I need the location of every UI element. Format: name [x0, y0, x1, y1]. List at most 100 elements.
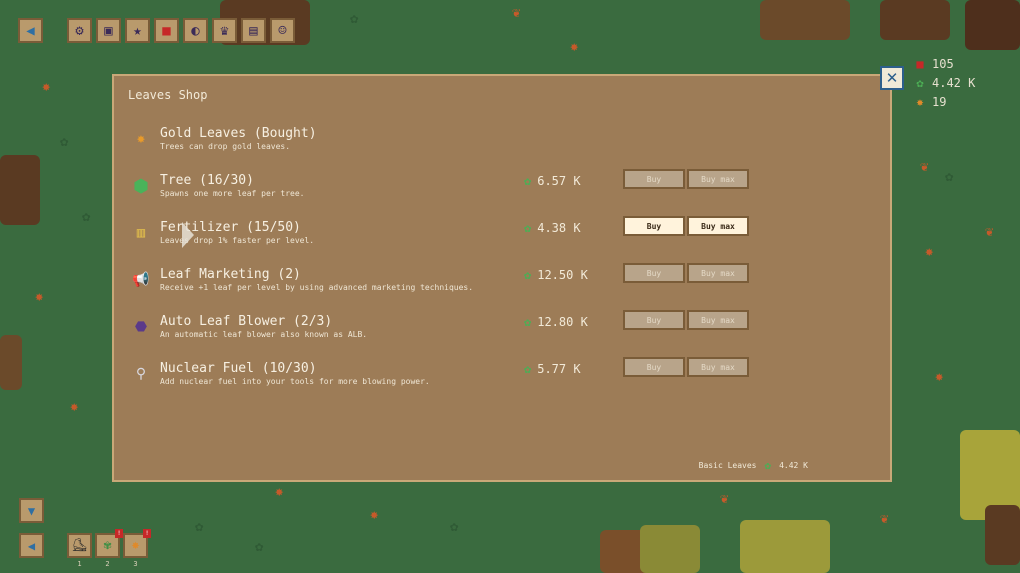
stat-gold-leaves-value: 19: [932, 94, 947, 109]
tree-icon: ⬢: [133, 175, 149, 197]
item-desc: Add nuclear fuel into your tools for mor…: [160, 377, 430, 386]
stat-gems: ■ 105: [914, 54, 975, 73]
item-cost: ✿ 12.80 K: [524, 315, 588, 329]
stat-leaves: ✿ 4.42 K: [914, 73, 975, 92]
shop-item-auto-leaf-blower: ⬣ Auto Leaf Blower (2/3) An automatic le…: [132, 310, 752, 354]
gold-leaf-icon: ✸: [916, 94, 924, 109]
hotbar-slot-2[interactable]: ✾ !: [95, 529, 123, 558]
shop-item-gold-leaves: ✸ Gold Leaves (Bought) Trees can drop go…: [132, 126, 752, 166]
leaf-blower-icon: ⬣: [134, 319, 148, 335]
item-cost-value: 4.38 K: [537, 221, 581, 235]
buy-button[interactable]: Buy: [623, 310, 685, 330]
tree-bush: [880, 0, 950, 40]
leaf-decoration: ❦: [720, 491, 729, 507]
leaf-icon: ✿: [524, 174, 532, 188]
top-toolbar: ◀ ⚙ ▣ ★ ■ ◐ ♛ ▤ ☺: [18, 18, 295, 43]
maple-leaf-icon: ✸: [131, 538, 140, 553]
item-desc: Spawns one more leaf per tree.: [160, 189, 305, 198]
close-button[interactable]: ✕: [880, 66, 904, 90]
leaf-decoration: ✸: [275, 484, 284, 500]
footer-value: 4.42 K: [779, 461, 808, 470]
buy-max-button[interactable]: Buy max: [687, 216, 749, 236]
item-name: Gold Leaves (Bought): [160, 126, 317, 141]
gem-icon: ■: [916, 56, 924, 71]
notification-badge: !: [143, 529, 151, 538]
leaf-decoration: ✿: [195, 519, 204, 535]
leaf-decoration: ✸: [70, 399, 79, 415]
leaf-decoration: ✿: [450, 519, 459, 535]
cannabis-leaf-icon: ✾: [103, 538, 112, 553]
book-icon[interactable]: ▤: [241, 18, 266, 43]
trophy-icon[interactable]: ♛: [212, 18, 237, 43]
leaf-icon: ✿: [524, 268, 532, 282]
shop-item-leaf-marketing: 📢 Leaf Marketing (2) Receive +1 leaf per…: [132, 263, 752, 307]
tree-bush: [640, 525, 700, 573]
leaf-decoration: ✸: [570, 39, 579, 55]
leaf-decoration: ✿: [255, 539, 264, 555]
buy-button[interactable]: Buy: [623, 357, 685, 377]
briefcase-icon[interactable]: ▣: [96, 18, 121, 43]
star-icon[interactable]: ★: [125, 18, 150, 43]
item-name: Nuclear Fuel (10/30): [160, 361, 317, 376]
gem-icon[interactable]: ■: [154, 18, 179, 43]
buy-button[interactable]: Buy: [623, 216, 685, 236]
leaves-shop-panel: Leaves Shop ✸ Gold Leaves (Bought) Trees…: [112, 74, 892, 482]
item-name: Auto Leaf Blower (2/3): [160, 314, 333, 329]
stat-gold-leaves: ✸ 19: [914, 92, 975, 111]
leaf-decoration: ✸: [370, 507, 379, 523]
boot-icon: ⛸: [71, 538, 88, 553]
person-icon[interactable]: ☺: [270, 18, 295, 43]
item-cost-value: 6.57 K: [537, 174, 581, 188]
tree-bush: [0, 155, 40, 225]
basic-leaves-footer: Basic Leaves ✿ 4.42 K: [699, 459, 808, 472]
footer-label: Basic Leaves: [698, 461, 757, 470]
shop-item-fertilizer: ▥ Fertilizer (15/50) Leaves drop 1% fast…: [132, 216, 752, 260]
fertilizer-bag-icon: ▥: [136, 225, 146, 241]
buy-max-button[interactable]: Buy max: [687, 310, 749, 330]
stat-leaves-value: 4.42 K: [932, 75, 976, 90]
back-icon[interactable]: ◀: [18, 18, 43, 43]
buy-button[interactable]: Buy: [623, 169, 685, 189]
leaf-decoration: ✿: [60, 134, 69, 150]
item-cost-value: 12.50 K: [537, 268, 588, 282]
back-icon[interactable]: ◀: [19, 533, 44, 558]
fuel-rod-icon: ⚲: [135, 366, 147, 382]
item-cost: ✿ 12.50 K: [524, 268, 588, 282]
item-name: Tree (16/30): [160, 173, 254, 188]
leaf-decoration: ✸: [35, 289, 44, 305]
buy-max-button[interactable]: Buy max: [687, 357, 749, 377]
currency-stats: ■ 105 ✿ 4.42 K ✸ 19: [914, 54, 975, 111]
item-cost: ✿ 6.57 K: [524, 174, 581, 188]
maple-leaf-icon: ✸: [136, 131, 146, 147]
hotbar-slot-1[interactable]: ⛸: [67, 533, 92, 558]
buy-max-button[interactable]: Buy max: [687, 263, 749, 283]
moon-icon[interactable]: ◐: [183, 18, 208, 43]
buy-button[interactable]: Buy: [623, 263, 685, 283]
shop-item-nuclear-fuel: ⚲ Nuclear Fuel (10/30) Add nuclear fuel …: [132, 357, 752, 401]
hotbar-slot-3[interactable]: ✸ !: [123, 529, 151, 558]
leaf-decoration: ✿: [82, 209, 91, 225]
item-desc: Trees can drop gold leaves.: [160, 142, 291, 151]
leaf-decoration: ❦: [920, 159, 929, 175]
leaf-decoration: ✸: [42, 79, 51, 95]
chevron-down-icon[interactable]: ▼: [19, 498, 44, 523]
leaf-icon: ✿: [916, 75, 924, 90]
leaf-icon: ✿: [524, 221, 532, 235]
gear-icon[interactable]: ⚙: [67, 18, 92, 43]
leaf-decoration: ❦: [880, 511, 889, 527]
shop-item-tree: ⬢ Tree (16/30) Spawns one more leaf per …: [132, 169, 752, 213]
leaf-decoration: ✿: [350, 11, 359, 27]
tree-bush: [740, 520, 830, 573]
buy-max-button[interactable]: Buy max: [687, 169, 749, 189]
stat-gems-value: 105: [932, 56, 954, 71]
item-name: Leaf Marketing (2): [160, 267, 301, 282]
item-cost-value: 5.77 K: [537, 362, 581, 376]
item-desc: An automatic leaf blower also known as A…: [160, 330, 368, 339]
item-cost: ✿ 5.77 K: [524, 362, 581, 376]
leaf-icon: ✿: [764, 459, 772, 472]
tree-bush: [0, 335, 22, 390]
leaf-decoration: ✿: [945, 169, 954, 185]
mouse-cursor: [182, 222, 194, 248]
hotbar-slot-number: 1: [77, 560, 82, 568]
hotbar-slot-number: 2: [105, 560, 110, 568]
